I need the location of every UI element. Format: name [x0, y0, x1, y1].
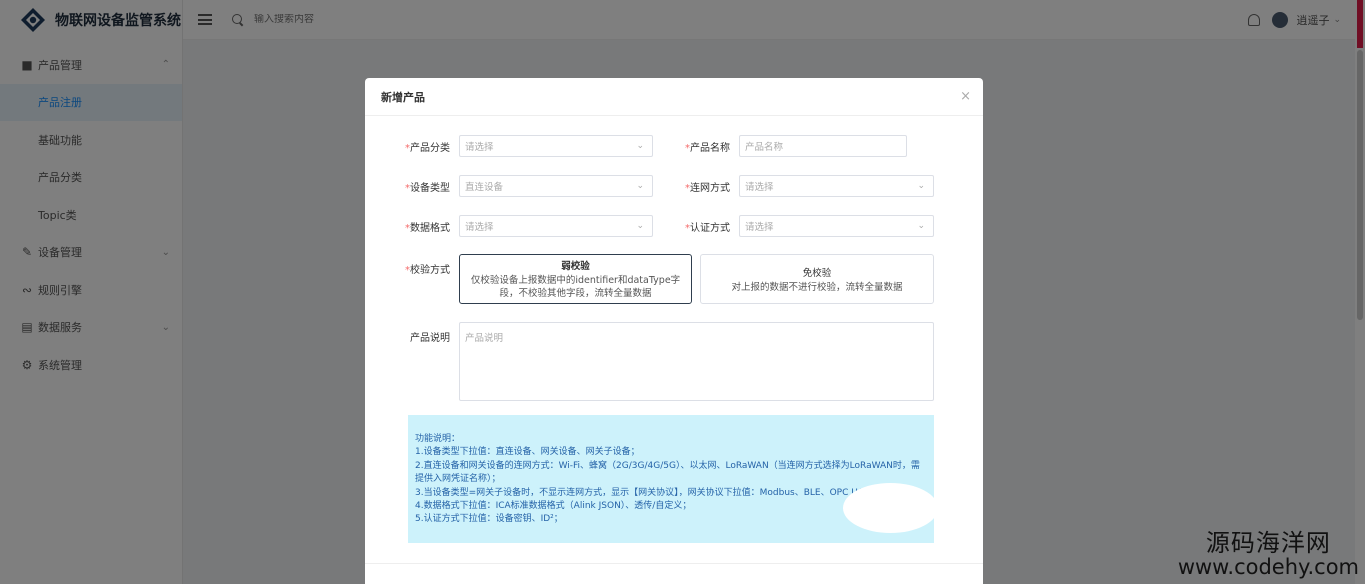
field-label: *校验方式: [405, 265, 450, 276]
category-select[interactable]: 请选择 ⌄: [459, 135, 653, 157]
network-select[interactable]: 请选择 ⌄: [739, 175, 934, 197]
field-auth: *认证方式 请选择 ⌄: [675, 215, 934, 237]
field-label: *认证方式: [685, 222, 730, 234]
select-placeholder: 请选择: [465, 142, 494, 153]
watermark: 源码海洋网 www.codehy.com: [1177, 528, 1359, 579]
verify-option-desc: 仅校验设备上报数据中的identifier和dataType字段，不校验其他字段…: [470, 275, 681, 299]
chevron-down-icon: ⌄: [917, 181, 925, 191]
field-label: *产品名称: [685, 142, 730, 154]
select-placeholder: 请选择: [465, 222, 494, 233]
info-line: 2.直连设备和网关设备的连网方式：Wi-Fi、蜂窝（2G/3G/4G/5G）、以…: [415, 460, 920, 485]
field-label: *产品分类: [405, 142, 450, 154]
dialog-footer-divider: [365, 563, 983, 564]
field-data-format: *数据格式 请选择 ⌄: [395, 215, 653, 237]
select-placeholder: 请选择: [745, 222, 774, 233]
chevron-down-icon: ⌄: [636, 221, 644, 231]
data-format-select[interactable]: 请选择 ⌄: [459, 215, 653, 237]
select-placeholder: 请选择: [745, 182, 774, 193]
info-panel: 功能说明： 1.设备类型下拉值：直连设备、网关设备、网关子设备； 2.直连设备和…: [408, 415, 938, 543]
dialog-header: 新增产品: [365, 78, 983, 116]
select-value: 直连设备: [465, 182, 504, 193]
field-name: *产品名称 产品名称: [675, 135, 907, 157]
field-category: *产品分类 请选择 ⌄: [395, 135, 653, 157]
device-type-select[interactable]: 直连设备 ⌄: [459, 175, 653, 197]
info-line: 功能说明：: [415, 434, 461, 444]
verify-option-title: 免校验: [802, 267, 832, 279]
field-label: *设备类型: [405, 182, 450, 194]
watermark-title: 源码海洋网: [1205, 528, 1331, 557]
watermark-url: www.codehy.com: [1177, 554, 1359, 579]
verify-option-none[interactable]: 免校验 对上报的数据不进行校验，流转全量数据: [700, 254, 934, 304]
chevron-down-icon: ⌄: [917, 221, 925, 231]
field-label: *数据格式: [405, 222, 450, 234]
description-textarea[interactable]: 产品说明: [459, 322, 934, 401]
info-line: 1.设备类型下拉值：直连设备、网关设备、网关子设备；: [415, 447, 640, 458]
textarea-placeholder: 产品说明: [465, 333, 504, 344]
new-product-dialog: 新增产品 × *产品分类 请选择 ⌄ *产品名称 产品名称 *设备类型 直连设备…: [365, 78, 983, 584]
field-network: *连网方式 请选择 ⌄: [675, 175, 934, 197]
chevron-down-icon: ⌄: [636, 181, 644, 191]
field-label: *连网方式: [685, 182, 730, 194]
auth-select[interactable]: 请选择 ⌄: [739, 215, 934, 237]
dialog-title: 新增产品: [381, 90, 425, 104]
input-placeholder: 产品名称: [745, 142, 784, 153]
product-name-input[interactable]: 产品名称: [739, 135, 907, 157]
verify-option-weak[interactable]: 弱校验 仅校验设备上报数据中的identifier和dataType字段，不校验…: [459, 254, 692, 304]
chevron-down-icon: ⌄: [636, 141, 644, 151]
field-device-type: *设备类型 直连设备 ⌄: [395, 175, 653, 197]
redaction-blob: [843, 483, 938, 533]
verify-option-title: 弱校验: [561, 261, 590, 272]
field-label: 产品说明: [410, 333, 450, 344]
close-icon[interactable]: ×: [960, 90, 971, 103]
verify-option-desc: 对上报的数据不进行校验，流转全量数据: [731, 281, 903, 293]
